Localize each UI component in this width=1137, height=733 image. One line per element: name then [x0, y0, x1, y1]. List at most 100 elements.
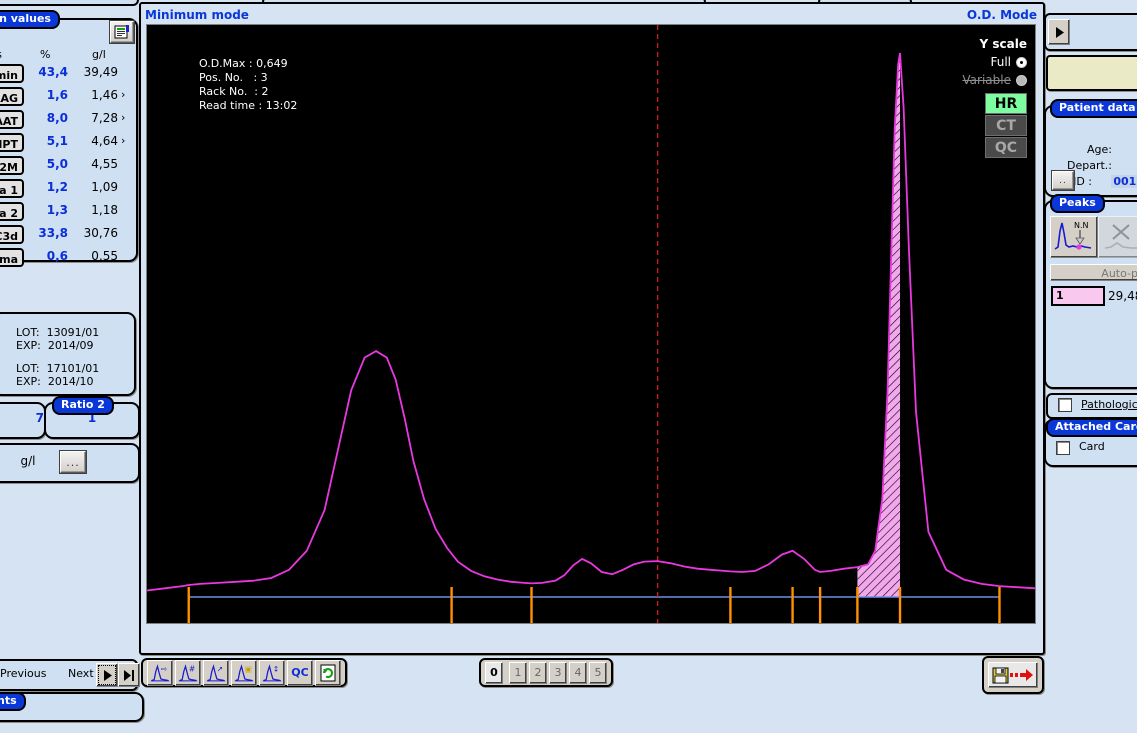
peak-index: 1	[1051, 286, 1105, 306]
highlighted-peak-area	[857, 53, 901, 597]
top-window-edge-left	[0, 0, 139, 6]
peak-number-icon[interactable]: #	[175, 659, 201, 686]
peak-shift-icon[interactable]: ⇨	[147, 659, 173, 686]
fraction-detail-arrow[interactable]: ›	[121, 134, 125, 147]
pathological-checkbox[interactable]	[1058, 398, 1072, 412]
fraction-row[interactable]: .../C3d 33,8 30,76	[0, 225, 136, 248]
page-number-toolbar: 012345	[479, 658, 613, 687]
qc-button[interactable]: QC	[287, 659, 313, 686]
red-arrow-icon	[1010, 669, 1033, 681]
fraction-gl: 0,55	[91, 249, 118, 263]
total-protein-more-button[interactable]: ...	[60, 451, 86, 473]
fraction-name: AAG	[0, 87, 24, 106]
densitogram-trace	[147, 52, 1035, 592]
fraction-percent: 8,0	[46, 111, 68, 125]
page-button-3[interactable]: 3	[549, 661, 567, 684]
lot-line: EXP: 2014/09	[16, 339, 94, 352]
fraction-gl: 1,18	[91, 203, 118, 217]
peak-height-icon[interactable]: ↕	[259, 659, 285, 686]
refresh-icon-glyph	[320, 664, 336, 681]
fraction-values-panel: ...nes % g/l ...umin43,439,49AAG1,61,46›…	[0, 18, 138, 267]
fraction-gl: 4,55	[91, 157, 118, 171]
peak-row[interactable]: 129,48	[1051, 286, 1137, 306]
fraction-name: ...mma	[0, 248, 24, 267]
svg-text:#: #	[189, 664, 195, 673]
refresh-icon[interactable]	[315, 659, 341, 686]
y-scale-full-option[interactable]: Full	[990, 55, 1027, 69]
peak-detect-nn-icon-glyph: N.N	[1054, 221, 1092, 250]
save-panel	[982, 656, 1044, 694]
ratio-1-panel: 7	[0, 402, 46, 439]
card-checkbox[interactable]	[1056, 441, 1070, 455]
fraction-row[interactable]: ...eta 1 1,2 1,09	[0, 179, 136, 202]
play-icon[interactable]	[96, 663, 118, 687]
peak-save-icon[interactable]: ▣	[231, 659, 257, 686]
y-scale-variable-option: Variable	[962, 73, 1027, 87]
y-scale-full-label: Full	[990, 55, 1011, 69]
patient-data-title: Patient data	[1050, 99, 1137, 118]
svg-text:↗: ↗	[217, 664, 223, 673]
fraction-name: ...umin	[0, 64, 24, 83]
fraction-row[interactable]: AAT 8,0 7,28›	[0, 110, 136, 133]
save-and-send-button[interactable]	[988, 662, 1038, 688]
next-label[interactable]: Next	[68, 667, 94, 680]
densitogram-plot[interactable]: O.D.Max : 0,649 Pos. No. : 3 Rack No. : …	[146, 24, 1036, 624]
y-scale-variable-label: Variable	[962, 73, 1011, 87]
peak-slope-icon[interactable]: ↗	[203, 659, 229, 686]
plot-info-text: O.D.Max : 0,649 Pos. No. : 3 Rack No. : …	[199, 57, 298, 112]
report-icon[interactable]	[110, 21, 134, 43]
skip-to-last-icon[interactable]	[118, 663, 140, 687]
mode-ct-button[interactable]: CT	[985, 115, 1027, 136]
skip-last-icon-glyph	[123, 669, 134, 681]
right-top-strip	[1044, 0, 1137, 10]
page-button-4[interactable]: 4	[569, 661, 587, 684]
bottom-tab-title: ...ents	[0, 692, 26, 711]
radio-full-icon[interactable]	[1016, 56, 1027, 68]
comment-field[interactable]	[1046, 55, 1137, 91]
total-protein-unit: g/l	[20, 454, 36, 468]
peak-shift-icon-glyph: ⇨	[150, 663, 170, 681]
fraction-name: ...eta 1	[0, 179, 24, 198]
peak-height-icon-glyph: ↕	[262, 663, 282, 681]
peak-save-icon-glyph: ▣	[234, 663, 254, 681]
fraction-name: AAT	[0, 110, 24, 129]
svg-text:N.N: N.N	[1074, 221, 1089, 230]
play-icon-glyph	[103, 669, 112, 681]
page-button-0[interactable]: 0	[485, 661, 503, 684]
fraction-detail-arrow[interactable]: ›	[121, 111, 125, 124]
mode-hr-button[interactable]: HR	[985, 93, 1027, 114]
peak-detect-nn-icon[interactable]: N.N	[1050, 216, 1098, 258]
lot-line: LOT: 13091/01	[16, 326, 100, 339]
previous-label[interactable]: Previous	[0, 667, 47, 680]
save-floppy-icon	[992, 667, 1009, 683]
fraction-gl: 1,09	[91, 180, 118, 194]
fraction-row[interactable]: ...eta 2 1,3 1,18	[0, 202, 136, 225]
y-scale-label: Y scale	[979, 37, 1027, 51]
expand-arrow-icon[interactable]	[1048, 19, 1070, 45]
fraction-percent: 33,8	[38, 226, 68, 240]
fraction-gl: 39,49	[83, 65, 118, 79]
page-button-2[interactable]: 2	[529, 661, 547, 684]
fraction-row[interactable]: ...umin 43,4 39,49	[0, 64, 136, 87]
densitogram-panel: Minimum mode O.D. Mode O.D.Max : 0,649 P…	[139, 2, 1045, 655]
page-button-1[interactable]: 1	[509, 661, 527, 684]
mode-qc-button[interactable]: QC	[985, 137, 1027, 158]
lot-info-panel: LOT: 13091/01 EXP: 2014/09 LOT: 17101/01 EX…	[0, 312, 136, 396]
column-header-gl: g/l	[92, 48, 106, 61]
fraction-detail-arrow[interactable]: ›	[121, 88, 125, 101]
fraction-row[interactable]: HPT 5,1 4,64›	[0, 133, 136, 156]
fraction-row[interactable]: ...ha2M 5,0 4,55	[0, 156, 136, 179]
patient-browse-button[interactable]: ..	[1052, 171, 1074, 190]
qc-label: QC	[291, 666, 309, 679]
peak-delete-icon-glyph	[1104, 224, 1137, 249]
fraction-name: ...ha2M	[0, 156, 24, 175]
auto-peak-label[interactable]: Auto-p	[1050, 264, 1137, 281]
fraction-gl: 1,46	[91, 88, 118, 102]
fraction-name: HPT	[0, 133, 24, 152]
fraction-percent: 1,6	[46, 88, 68, 102]
fraction-row[interactable]: AAG 1,6 1,46›	[0, 87, 136, 110]
pathological-panel: Pathological	[1046, 393, 1137, 419]
page-button-5[interactable]: 5	[589, 661, 607, 684]
fraction-row[interactable]: ...mma 0,6 0,55	[0, 248, 136, 271]
fraction-name: ...eta 2	[0, 202, 24, 221]
